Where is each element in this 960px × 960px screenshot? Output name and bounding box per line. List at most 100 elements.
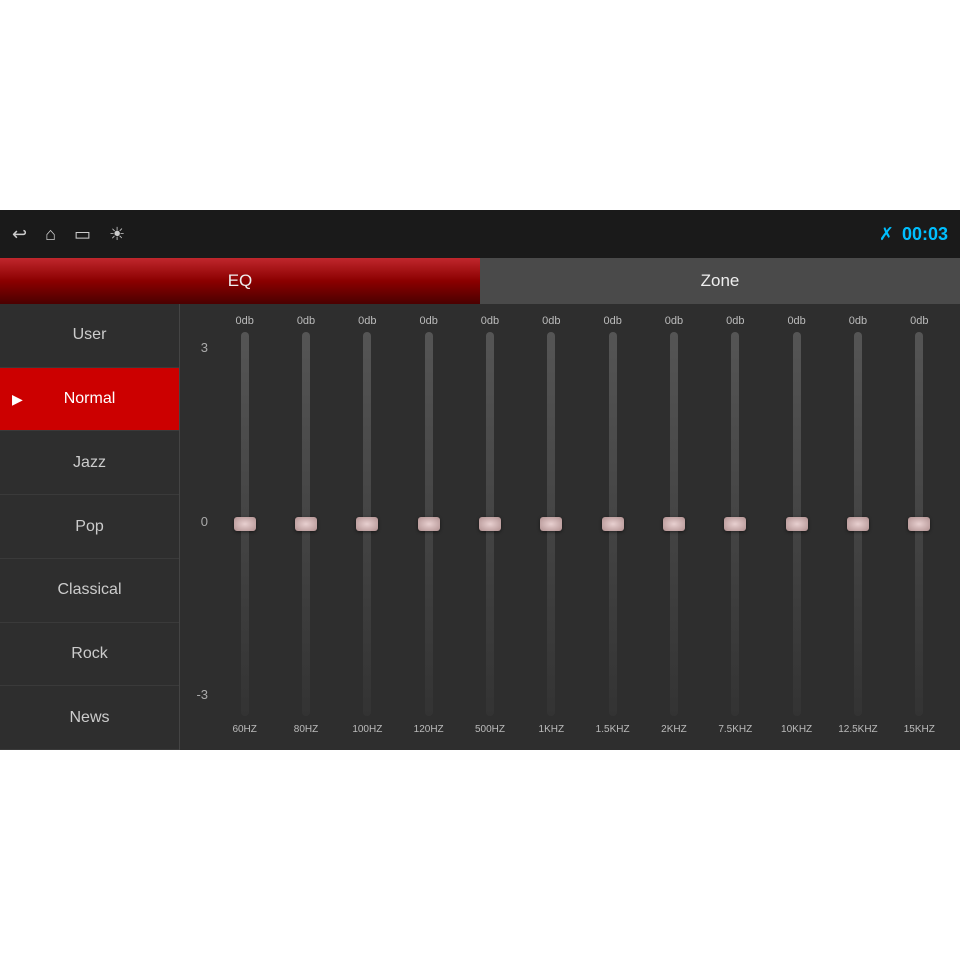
scale-top: 3 (190, 340, 208, 355)
sidebar: User ▶ Normal Jazz Pop Classical Rock Ne… (0, 304, 180, 750)
sidebar-label-news: News (69, 709, 109, 727)
freq-label-10: 12.5KHZ (838, 720, 877, 740)
slider-thumb-6[interactable] (602, 517, 624, 531)
eq-scales: 3 0 -3 0db 60HZ 0db (190, 312, 950, 740)
slider-track-wrapper-10[interactable] (827, 332, 888, 716)
db-label-0: 0db (235, 312, 253, 330)
db-label-4: 0db (481, 312, 499, 330)
slider-track-wrapper-5[interactable] (521, 332, 582, 716)
status-area: ✗ 00:03 (879, 224, 948, 245)
slider-col-120hz: 0db 120HZ (398, 312, 459, 740)
slider-track-wrapper-0[interactable] (214, 332, 275, 716)
scale-mid: 0 (190, 514, 208, 529)
bluetooth-icon: ✗ (879, 224, 894, 245)
sidebar-item-classical[interactable]: Classical (0, 559, 179, 623)
slider-track-wrapper-2[interactable] (337, 332, 398, 716)
slider-track-wrapper-6[interactable] (582, 332, 643, 716)
freq-label-11: 15KHZ (904, 720, 935, 740)
slider-track-wrapper-4[interactable] (459, 332, 520, 716)
slider-col-15khz: 0db 1.5KHZ (582, 312, 643, 740)
freq-label-9: 10KHZ (781, 720, 812, 740)
slider-track-wrapper-7[interactable] (643, 332, 704, 716)
db-label-6: 0db (603, 312, 621, 330)
slider-track-11[interactable] (915, 332, 923, 716)
slider-col-75khz: 0db 7.5KHZ (705, 312, 766, 740)
slider-track-6[interactable] (609, 332, 617, 716)
freq-label-5: 1KHZ (539, 720, 565, 740)
window-icon[interactable]: ▭ (74, 224, 91, 245)
db-label-11: 0db (910, 312, 928, 330)
slider-track-2[interactable] (363, 332, 371, 716)
tab-zone[interactable]: Zone (480, 258, 960, 304)
slider-track-9[interactable] (793, 332, 801, 716)
slider-track-5[interactable] (547, 332, 555, 716)
sidebar-item-rock[interactable]: Rock (0, 623, 179, 687)
db-label-5: 0db (542, 312, 560, 330)
slider-col-125khz: 0db 12.5KHZ (827, 312, 888, 740)
sidebar-item-news[interactable]: News (0, 686, 179, 750)
sidebar-label-rock: Rock (71, 645, 107, 663)
slider-track-1[interactable] (302, 332, 310, 716)
slider-thumb-2[interactable] (356, 517, 378, 531)
slider-col-10khz: 0db 10KHZ (766, 312, 827, 740)
slider-track-wrapper-3[interactable] (398, 332, 459, 716)
top-bar: ↩ ⌂ ▭ ☀ ✗ 00:03 (0, 210, 960, 258)
slider-col-60hz: 0db 60HZ (214, 312, 275, 740)
scale-bot: -3 (190, 687, 208, 702)
back-icon[interactable]: ↩ (12, 224, 27, 245)
slider-track-wrapper-11[interactable] (889, 332, 950, 716)
home-icon[interactable]: ⌂ (45, 224, 56, 245)
sidebar-item-jazz[interactable]: Jazz (0, 431, 179, 495)
slider-track-3[interactable] (425, 332, 433, 716)
sidebar-label-pop: Pop (75, 518, 103, 536)
sidebar-item-user[interactable]: User (0, 304, 179, 368)
slider-col-100hz: 0db 100HZ (337, 312, 398, 740)
db-label-1: 0db (297, 312, 315, 330)
slider-col-500hz: 0db 500HZ (459, 312, 520, 740)
slider-track-8[interactable] (731, 332, 739, 716)
slider-thumb-4[interactable] (479, 517, 501, 531)
slider-thumb-3[interactable] (418, 517, 440, 531)
slider-track-7[interactable] (670, 332, 678, 716)
freq-label-8: 7.5KHZ (718, 720, 752, 740)
sidebar-label-jazz: Jazz (73, 454, 106, 472)
slider-thumb-1[interactable] (295, 517, 317, 531)
sidebar-label-user: User (73, 326, 107, 344)
slider-thumb-10[interactable] (847, 517, 869, 531)
sidebar-label-normal: Normal (64, 390, 116, 408)
slider-thumb-5[interactable] (540, 517, 562, 531)
slider-track-wrapper-8[interactable] (705, 332, 766, 716)
tab-eq[interactable]: EQ (0, 258, 480, 304)
freq-label-6: 1.5KHZ (596, 720, 630, 740)
freq-label-0: 60HZ (232, 720, 256, 740)
slider-col-1khz: 0db 1KHZ (521, 312, 582, 740)
time-display: 00:03 (902, 224, 948, 245)
slider-track-0[interactable] (241, 332, 249, 716)
slider-track-wrapper-1[interactable] (275, 332, 336, 716)
slider-track-10[interactable] (854, 332, 862, 716)
eq-area: 3 0 -3 0db 60HZ 0db (180, 304, 960, 750)
image-icon[interactable]: ☀ (109, 224, 125, 245)
db-label-3: 0db (419, 312, 437, 330)
nav-buttons: ↩ ⌂ ▭ ☀ (12, 224, 125, 245)
sliders-container: 0db 60HZ 0db 80HZ 0db (214, 312, 950, 740)
freq-label-7: 2KHZ (661, 720, 687, 740)
slider-thumb-7[interactable] (663, 517, 685, 531)
db-label-9: 0db (787, 312, 805, 330)
scale-labels: 3 0 -3 (190, 312, 214, 740)
slider-thumb-9[interactable] (786, 517, 808, 531)
freq-label-2: 100HZ (352, 720, 382, 740)
slider-track-wrapper-9[interactable] (766, 332, 827, 716)
sidebar-label-classical: Classical (57, 581, 121, 599)
freq-label-4: 500HZ (475, 720, 505, 740)
slider-thumb-11[interactable] (908, 517, 930, 531)
slider-track-4[interactable] (486, 332, 494, 716)
db-label-2: 0db (358, 312, 376, 330)
freq-label-3: 120HZ (414, 720, 444, 740)
tab-bar: EQ Zone (0, 258, 960, 304)
sidebar-item-normal[interactable]: ▶ Normal (0, 368, 179, 432)
slider-thumb-0[interactable] (234, 517, 256, 531)
sidebar-item-pop[interactable]: Pop (0, 495, 179, 559)
slider-thumb-8[interactable] (724, 517, 746, 531)
main-content: User ▶ Normal Jazz Pop Classical Rock Ne… (0, 304, 960, 750)
